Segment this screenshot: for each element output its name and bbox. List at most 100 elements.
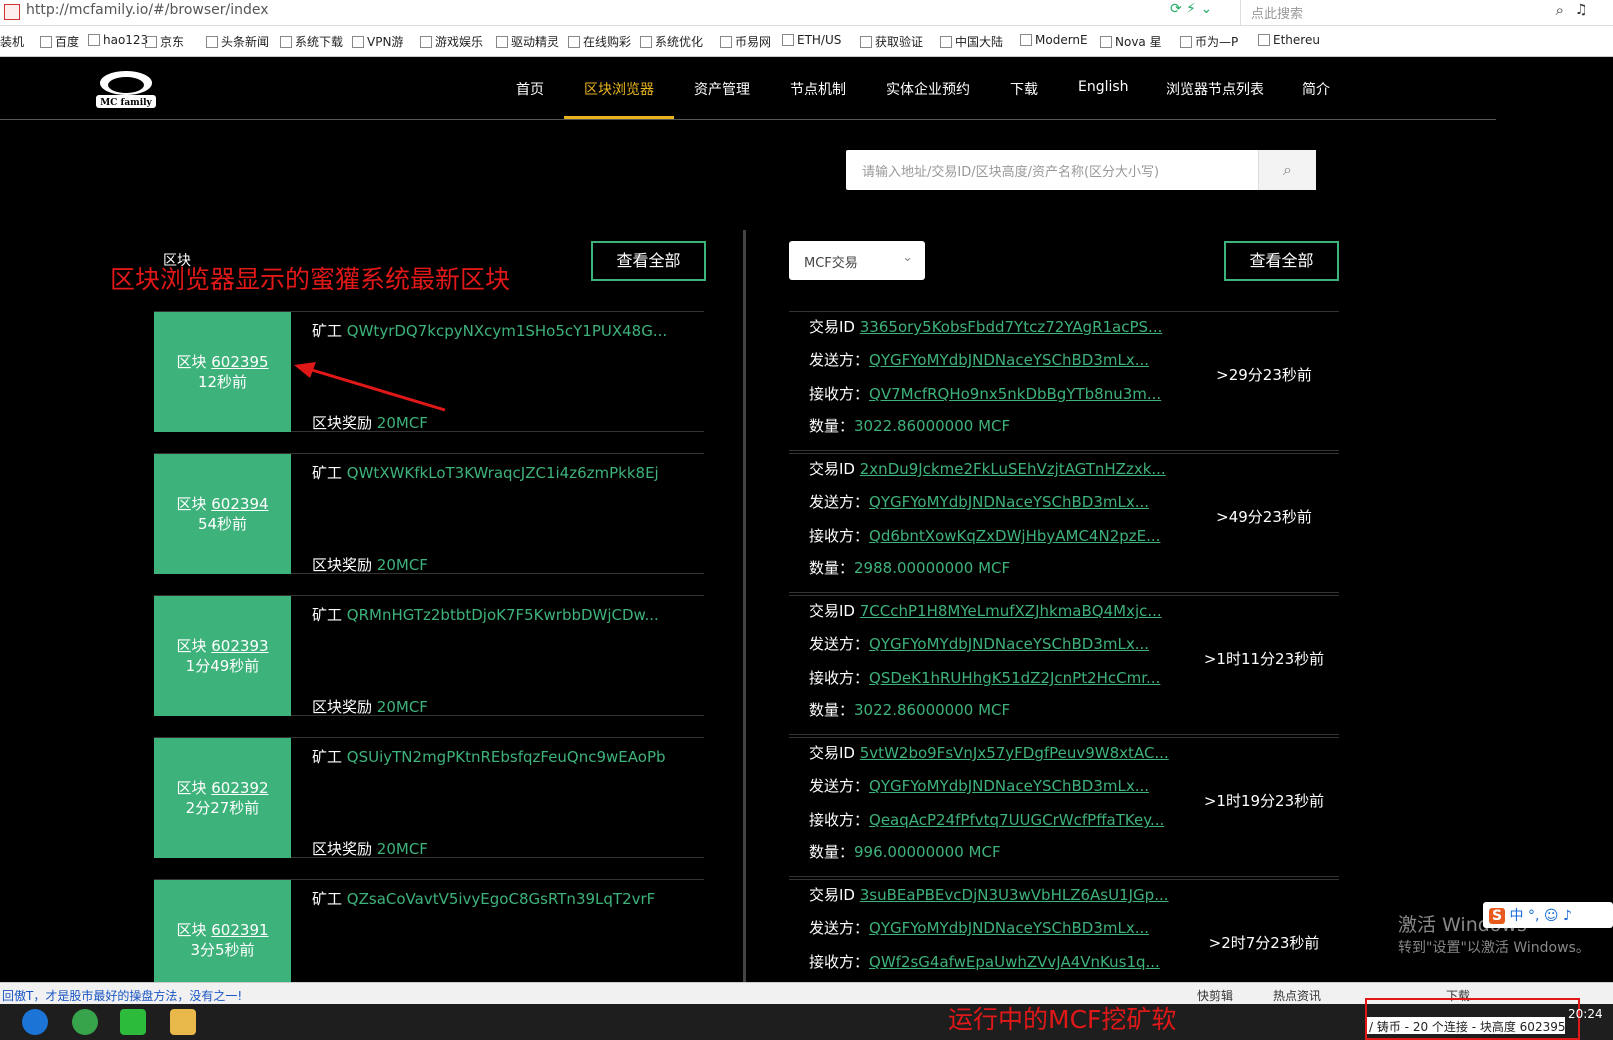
bookmark-9[interactable]: 在线购彩 [568,33,631,50]
tx-id-link[interactable]: 3365ory5KobsFbdd7Ytcz72YAgR1acPS... [860,318,1163,336]
tx-id-link[interactable]: 7CCchP1H8MYeLmufXZJhkmaBQ4Mxjc... [860,602,1162,620]
bookmark-16[interactable]: Nova 星 [1100,33,1162,50]
nav-item-2[interactable]: 资产管理 [694,79,750,99]
bookmark-icon [496,36,508,48]
tx-to-link[interactable]: QSDeK1hRUHhgK51dZ2JcnPt2HcCmr... [869,669,1160,687]
browser-address-bar: http://mcfamily.io/#/browser/index ⟳ ⚡ ⌄… [0,0,1613,26]
360-taskbar-icon[interactable] [72,1009,98,1035]
nav-item-7[interactable]: 浏览器节点列表 [1166,79,1264,99]
browser-tools-icon[interactable]: ⟳ ⚡ ⌄ [1170,1,1212,17]
tx-to-link[interactable]: QV7McfRQHo9nx5nkDbBgYTb8nu3m... [869,385,1161,403]
tx-id-line: 交易ID 7CCchP1H8MYeLmufXZJhkmaBQ4Mxjc... [809,602,1162,620]
block-card[interactable]: 区块 602394 54秒前 [154,454,291,574]
tx-id-link[interactable]: 2xnDu9Jckme2FkLuSEhVzjtAGTnHZzxk... [860,460,1166,478]
block-height-link[interactable]: 602392 [211,779,268,797]
nav-item-5[interactable]: 下载 [1010,79,1038,99]
miner-address-link[interactable]: QWtyrDQ7kcpyNXcym1SHo5cY1PUX48G... [347,322,667,340]
block-height-link[interactable]: 602394 [211,495,268,513]
bookmark-6[interactable]: VPN游 [352,33,403,50]
activate-windows-sub: 转到"设置"以激活 Windows。 [1398,940,1590,956]
site-search-input[interactable]: 请输入地址/交易ID/区块高度/资产名称(区分大小写) [846,150,1258,190]
block-age: 1分49秒前 [185,657,260,675]
tx-from-link[interactable]: QYGFYoMYdbJNDNaceYSChBD3mLx... [869,493,1149,511]
nav-item-4[interactable]: 实体企业预约 [886,79,970,99]
tx-type-select[interactable]: MCF交易 ⌄ [789,241,925,280]
bookmark-icon [782,34,794,46]
bookmark-3[interactable]: 京东 [145,33,184,50]
clock[interactable]: 20:24 [1568,1007,1603,1021]
bookmark-13[interactable]: 获取验证 [860,33,923,50]
bookmark-17[interactable]: 币为—P [1180,33,1238,50]
block-height-link[interactable]: 602391 [211,921,268,939]
browser-search-input[interactable]: 点此搜索 ⌕ [1240,0,1570,25]
bookmark-10[interactable]: 系统优化 [640,33,703,50]
tx-id-link[interactable]: 3suBEaPBEvcDjN3U3wVbHLZ6AsU1JGp... [860,886,1169,904]
tx-from-link[interactable]: QYGFYoMYdbJNDNaceYSChBD3mLx... [869,635,1149,653]
nav-item-1[interactable]: 区块浏览器 [584,79,654,99]
tx-to-link[interactable]: Qd6bntXowKqZxDWjHbyAMC4N2pzE... [869,527,1160,545]
search-icon[interactable]: ⌕ [1556,1,1564,19]
miner-address-link[interactable]: QZsaCoVavtV5ivyEgoC8GsRTn39LqT2vrF [347,890,656,908]
tx-view-all-button[interactable]: 查看全部 [1224,241,1339,281]
block-height-link[interactable]: 602395 [211,353,268,371]
bookmark-12[interactable]: ETH/US [782,33,841,47]
mcfamily-logo[interactable]: MC family [92,67,160,111]
tx-to-line: 接收方：QV7McfRQHo9nx5nkDbBgYTb8nu3m... [809,385,1162,403]
bookmark-1[interactable]: 百度 [40,33,79,50]
tx-to-link[interactable]: QWf2sG4afwEpaUwhZVvJA4VnKus1q... [869,953,1160,971]
tx-from-link[interactable]: QYGFYoMYdbJNDNaceYSChBD3mLx... [869,351,1149,369]
bookmark-8[interactable]: 驱动精灵 [496,33,559,50]
tx-from-line: 发送方：QYGFYoMYdbJNDNaceYSChBD3mLx... [809,777,1150,795]
site-search-button[interactable]: ⌕ [1258,150,1316,190]
folder-taskbar-icon[interactable] [170,1009,196,1035]
nav-item-3[interactable]: 节点机制 [790,79,846,99]
bookmark-18[interactable]: Ethereu [1258,33,1320,47]
svg-text:MC family: MC family [100,98,152,108]
tx-id-link[interactable]: 5vtW2bo9FsVnJx57yFDgfPeuv9W8xtAC... [860,744,1169,762]
miner-address-link[interactable]: QSUiyTN2mgPKtnREbsfqzFeuQnc9wEAoPb [347,748,666,766]
ime-toolbar[interactable]: S 中 °, ☺ ♪ [1483,902,1613,928]
block-age: 3分5秒前 [190,941,255,959]
tx-id-line: 交易ID 3365ory5KobsFbdd7Ytcz72YAgR1acPS... [809,318,1163,336]
bookmark-icon [720,36,732,48]
url-field[interactable]: http://mcfamily.io/#/browser/index [26,2,269,18]
block-row: 区块 602395 12秒前 矿工 QWtyrDQ7kcpyNXcym1SHo5cY… [154,311,704,432]
block-miner: 矿工 QZsaCoVavtV5ivyEgoC8GsRTn39LqT2vrF [312,890,656,908]
tx-amount-line: 数量：3022.86000000 MCF [809,417,1011,435]
tx-to-link[interactable]: QeaqAcP24fPfvtq7UUGCrWcfPffaTKey... [869,811,1164,829]
tx-amount-line: 数量：2988.00000000 MCF [809,559,1011,577]
site-navbar: MC family 首页 区块浏览器 资产管理 节点机制 实体企业预约 下载 English… [0,57,1496,120]
bookmark-4[interactable]: 头条新闻 [206,33,269,50]
status-news-text[interactable]: 回傲T，才是股市最好的操盘方法，没有之一! [2,987,242,1004]
block-card[interactable]: 区块 602392 2分27秒前 [154,738,291,858]
block-height-link[interactable]: 602393 [211,637,268,655]
bookmark-15[interactable]: ModernE [1020,33,1088,47]
status-item-0[interactable]: 快剪辑 [1197,987,1233,1004]
block-row: 区块 602394 54秒前 矿工 QWtXWKfkLoT3KWraqcJZC1i4… [154,453,704,574]
miner-address-link[interactable]: QRMnHGTz2btbtDjoK7F5KwrbbDWjCDw... [347,606,659,624]
nav-item-0[interactable]: 首页 [516,79,544,99]
tx-row: 交易ID 7CCchP1H8MYeLmufXZJhkmaBQ4Mxjc... 发送… [789,595,1339,735]
bookmark-2[interactable]: hao123 [88,33,148,47]
bookmark-icon [420,36,432,48]
status-item-1[interactable]: 热点资讯 [1273,987,1321,1004]
bookmark-5[interactable]: 系统下载 [280,33,343,50]
headset-icon[interactable]: ♫ [1575,2,1588,18]
browser-taskbar-icon[interactable] [22,1009,48,1035]
blocks-view-all-button[interactable]: 查看全部 [591,241,706,281]
tx-to-line: 接收方：QSDeK1hRUHhgK51dZ2JcnPt2HcCmr... [809,669,1161,687]
tx-time: >1时19分23秒前 [1203,792,1325,810]
miner-address-link[interactable]: QWtXWKfkLoT3KWraqcJZC1i4z6zmPkk8Ej [347,464,659,482]
bookmark-7[interactable]: 游戏娱乐 [420,33,483,50]
bookmark-11[interactable]: 币易网 [720,33,771,50]
wechat-taskbar-icon[interactable] [120,1009,146,1035]
tx-from-link[interactable]: QYGFYoMYdbJNDNaceYSChBD3mLx... [869,777,1149,795]
nav-item-6[interactable]: English [1078,79,1129,95]
tx-from-link[interactable]: QYGFYoMYdbJNDNaceYSChBD3mLx... [869,919,1149,937]
bookmark-0[interactable]: 装机 [0,33,24,50]
bookmark-icon [1100,36,1112,48]
bookmark-14[interactable]: 中国大陆 [940,33,1003,50]
block-card[interactable]: 区块 602395 12秒前 [154,312,291,432]
nav-item-8[interactable]: 简介 [1302,79,1330,99]
block-card[interactable]: 区块 602393 1分49秒前 [154,596,291,716]
